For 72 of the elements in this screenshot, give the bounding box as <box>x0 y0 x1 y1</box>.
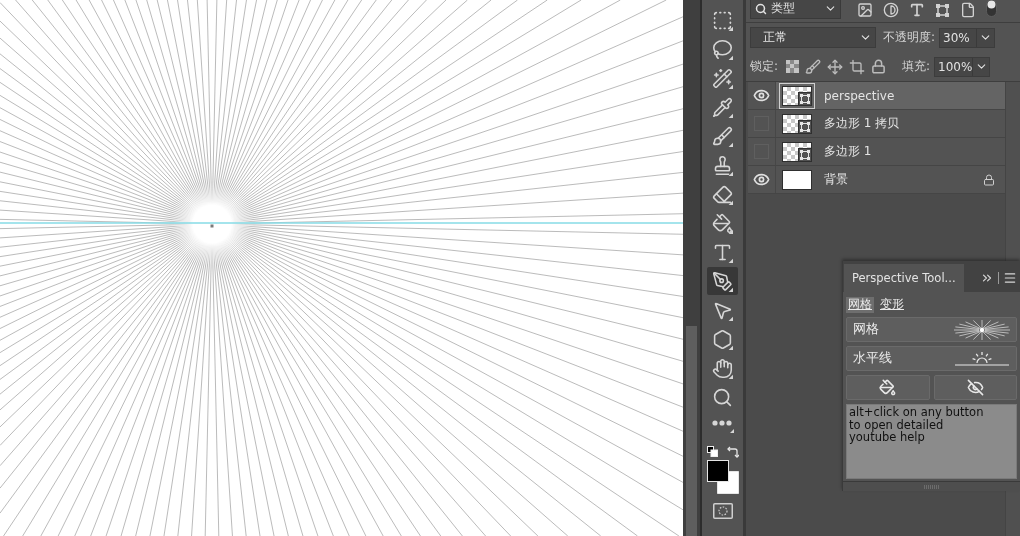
checkerboard-icon[interactable] <box>786 60 800 73</box>
image-icon[interactable] <box>857 2 873 18</box>
toggle-icon[interactable] <box>986 0 997 17</box>
opacity-field[interactable]: 30% <box>939 27 996 48</box>
shape-icon[interactable] <box>935 2 950 18</box>
foreground-color-swatch[interactable] <box>706 460 729 482</box>
layer-name: 背景 <box>824 171 849 188</box>
default-colors-icon[interactable] <box>706 446 718 457</box>
point-marker-icon <box>210 224 214 228</box>
double-chevron-icon[interactable] <box>980 271 994 285</box>
eye-off-icon <box>966 379 984 396</box>
half-circle-icon[interactable] <box>883 2 899 18</box>
hexagon-icon <box>712 328 733 350</box>
layer-name: 多边形 1 <box>824 143 873 160</box>
lasso-icon <box>712 38 733 60</box>
magic-wand-icon <box>712 67 733 89</box>
icon-button[interactable] <box>933 375 1017 400</box>
dashed-square-icon <box>712 9 733 31</box>
eye-icon <box>753 171 770 188</box>
eraser-icon <box>712 183 733 205</box>
hand-icon <box>712 357 733 379</box>
background-color-swatch[interactable] <box>716 471 739 494</box>
search-icon <box>755 2 767 15</box>
option-button[interactable]: 水平线 <box>846 346 1017 371</box>
menu-icon[interactable] <box>1003 271 1017 285</box>
panel-tab[interactable]: Perspective Tool... <box>844 264 964 292</box>
layer-name: perspective <box>824 88 896 103</box>
help-text-box: alt+click on any button to open detailed youtube help <box>846 404 1017 479</box>
type-icon[interactable] <box>909 2 925 18</box>
layer-item[interactable]: perspective <box>776 82 1005 110</box>
vector-mask-icon <box>798 91 812 106</box>
scrollbar-thumb[interactable] <box>686 326 697 536</box>
layer-item[interactable]: 多边形 1 <box>776 138 1005 166</box>
layer-item[interactable]: 背景 <box>776 166 1005 194</box>
tool-button[interactable] <box>707 267 738 295</box>
fill-field[interactable]: 100% <box>934 56 991 77</box>
starburst-icon <box>952 318 1012 341</box>
stamp-icon <box>712 154 733 176</box>
quick-mask-icon[interactable] <box>712 503 733 519</box>
visibility-toggle[interactable] <box>748 110 776 138</box>
lock-icon[interactable] <box>871 59 887 74</box>
resize-grip-icon[interactable] <box>923 484 940 489</box>
paint-bucket-icon <box>879 379 897 396</box>
visibility-toggle[interactable] <box>748 82 776 110</box>
lock-label: 锁定: <box>750 58 779 75</box>
opacity-label: 不透明度: <box>883 29 936 46</box>
brush-icon[interactable] <box>805 58 822 75</box>
option-button[interactable]: 网格 <box>846 317 1017 342</box>
filter-dropdown[interactable]: 类型 <box>750 0 841 19</box>
fill-label: 填充: <box>902 58 931 75</box>
document-icon[interactable] <box>960 2 976 18</box>
tab[interactable]: 网格 <box>846 297 874 313</box>
layer-item[interactable]: 多边形 1 拷贝 <box>776 110 1005 138</box>
crop-icon[interactable] <box>849 58 866 75</box>
blend-mode-dropdown[interactable]: 正常 <box>750 27 876 48</box>
vector-mask-icon <box>798 119 812 134</box>
pen-icon <box>712 270 733 292</box>
more-icon <box>711 419 734 433</box>
visibility-toggle[interactable] <box>748 138 776 166</box>
brush-icon <box>712 125 733 147</box>
swap-arrows-icon[interactable] <box>726 446 739 458</box>
tab[interactable]: 变形 <box>878 297 906 313</box>
icon-button[interactable] <box>846 375 930 400</box>
eye-icon <box>753 87 770 104</box>
horizon-icon <box>952 350 1012 367</box>
zoom-icon <box>712 386 733 408</box>
move-icon[interactable] <box>827 58 844 75</box>
eyedropper-icon <box>712 96 733 118</box>
layer-name: 多边形 1 拷贝 <box>824 115 901 132</box>
paint-bucket-icon <box>712 212 733 234</box>
vector-mask-icon <box>798 147 812 162</box>
visibility-toggle[interactable] <box>748 166 776 194</box>
